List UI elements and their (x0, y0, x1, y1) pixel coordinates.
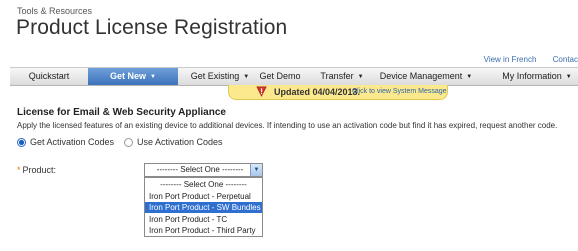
caret-down-icon: ▼ (565, 74, 572, 80)
product-option-third-party[interactable]: Iron Port Product - Third Party (145, 225, 262, 236)
breadcrumb: Tools & Resources (17, 6, 93, 16)
nav-my-information[interactable]: My Information ▼ (496, 68, 578, 85)
caret-down-icon: ▼ (243, 74, 250, 80)
product-dropdown-list: -------- Select One -------- Iron Port P… (144, 177, 263, 237)
section-title: License for Email & Web Security Applian… (17, 107, 226, 118)
required-marker: * (17, 165, 21, 175)
top-links: View in French Contac (470, 55, 578, 64)
caret-down-icon: ▼ (466, 74, 473, 80)
product-option-sw-bundles[interactable]: Iron Port Product - SW Bundles (145, 202, 262, 213)
caret-down-icon: ▼ (357, 74, 364, 80)
chevron-down-icon[interactable]: ▼ (250, 164, 262, 176)
nav-transfer[interactable]: Transfer ▼ (312, 68, 372, 85)
product-option-select-one[interactable]: -------- Select One -------- (145, 179, 262, 190)
nav-get-existing[interactable]: Get Existing ▼ (180, 68, 260, 85)
nav-device-management[interactable]: Device Management ▼ (378, 68, 474, 85)
view-system-message-link[interactable]: Click to view System Message (352, 88, 447, 95)
product-option-tc[interactable]: Iron Port Product - TC (145, 214, 262, 225)
get-activation-codes-radio[interactable] (17, 138, 26, 147)
nav-get-new[interactable]: Get New ▼ (88, 68, 178, 85)
product-option-perpetual[interactable]: Iron Port Product - Perpetual (145, 191, 262, 202)
contact-link[interactable]: Contac (553, 55, 578, 64)
caret-down-icon: ▼ (150, 74, 156, 80)
use-activation-codes-label[interactable]: Use Activation Codes (137, 137, 223, 147)
section-description: Apply the licensed features of an existi… (17, 121, 558, 130)
product-select-value: -------- Select One -------- (156, 165, 244, 174)
main-nav: Quickstart Get New ▼ Get Existing ▼ Get De… (10, 67, 578, 86)
use-activation-codes-radio[interactable] (124, 138, 133, 147)
nav-get-demo[interactable]: Get Demo (258, 68, 302, 85)
alert-message: Updated 04/04/2013. (274, 87, 361, 97)
nav-quickstart[interactable]: Quickstart (10, 68, 88, 85)
product-label: * Product: (17, 165, 57, 175)
view-in-french-link[interactable]: View in French (484, 55, 537, 64)
page-title: Product License Registration (16, 16, 288, 39)
product-select[interactable]: -------- Select One -------- ▼ (144, 163, 263, 177)
get-activation-codes-label[interactable]: Get Activation Codes (30, 137, 114, 147)
system-alert-banner: Updated 04/04/2013. Click to view System… (228, 85, 448, 100)
warning-icon (256, 86, 267, 97)
